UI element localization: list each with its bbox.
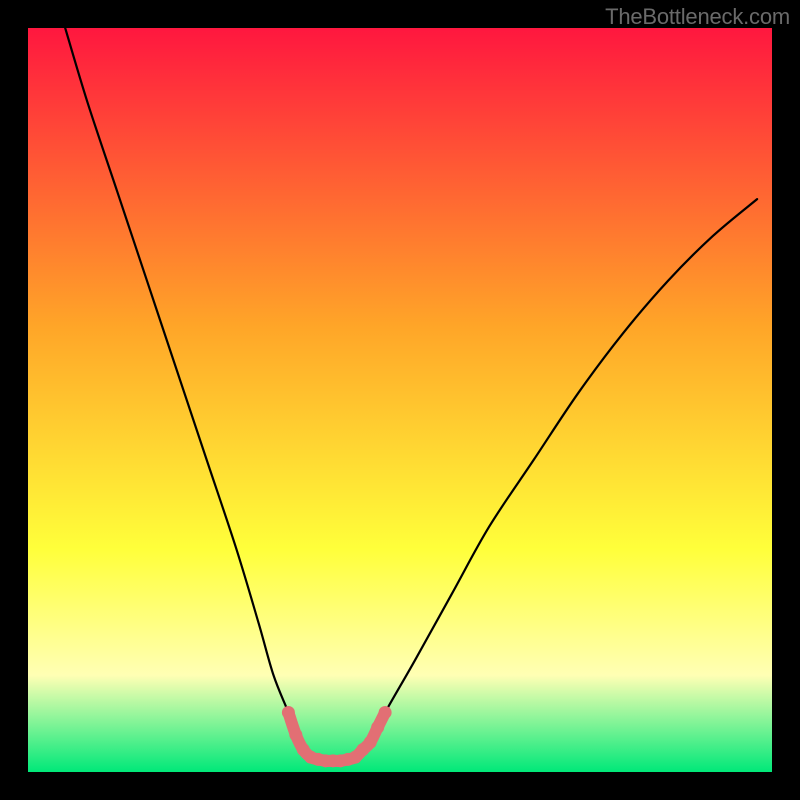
gradient-background — [28, 28, 772, 772]
valley-dot — [379, 706, 392, 719]
valley-dot — [364, 736, 377, 749]
valley-dot — [371, 721, 384, 734]
chart-frame: TheBottleneck.com — [0, 0, 800, 800]
watermark-text: TheBottleneck.com — [605, 4, 790, 30]
valley-dot — [289, 728, 302, 741]
plot-area — [28, 28, 772, 772]
valley-dot — [282, 706, 295, 719]
chart-svg — [28, 28, 772, 772]
